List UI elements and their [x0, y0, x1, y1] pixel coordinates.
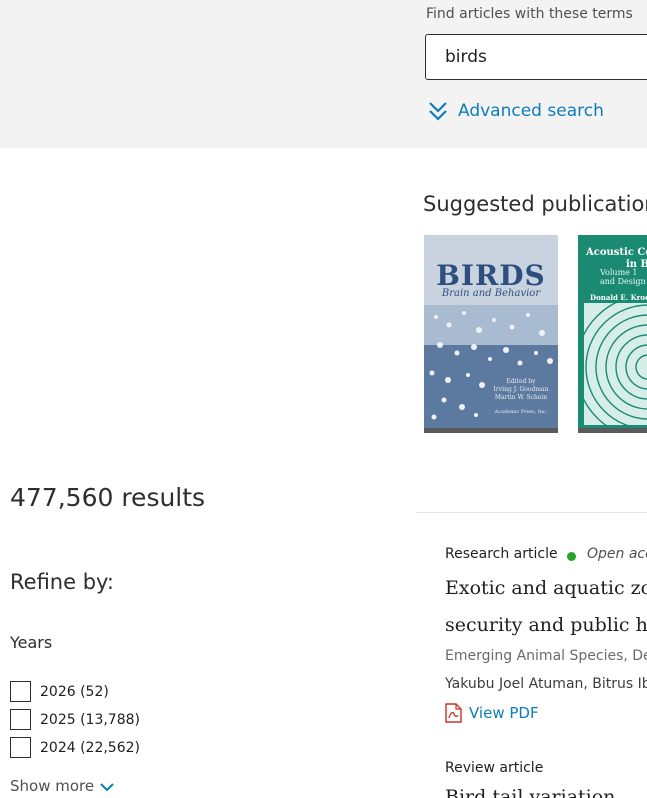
article-title-link[interactable]: Bird tail variation [445, 788, 647, 798]
publication-cover-birds[interactable]: BIRDS Brain and Behavior Edited by Irvin… [424, 235, 558, 433]
year-filter-label: 2024 (22,562) [40, 739, 140, 756]
article-title-link[interactable]: security and public health [445, 614, 647, 636]
cover-volume: Volume 1 and Design Fea [600, 268, 647, 286]
article-authors: Yakubu Joel Atuman, Bitrus Ibrahim [445, 676, 647, 692]
cover-editors: Edited by Irving J. Goodman Martin W. Sc… [493, 378, 549, 401]
advanced-search-label: Advanced search [458, 101, 604, 121]
open-access-dot [567, 552, 576, 561]
years-filter-label: Years [10, 633, 53, 652]
results-count: 477,560 results [10, 483, 206, 512]
year-filter-label: 2026 (52) [40, 683, 109, 700]
pdf-icon [445, 703, 462, 723]
year-filter-label: 2025 (13,788) [40, 711, 140, 728]
cover-publisher: Academic Press, Inc. [494, 409, 548, 415]
article-type-label: Research article [445, 546, 558, 562]
show-more-label: Show more [10, 777, 95, 795]
publication-cover-acoustic[interactable]: Acoustic Con in Bi Volume 1 and Design F… [578, 235, 647, 433]
article-title-link[interactable]: Exotic and aquatic zoonoses [445, 577, 647, 599]
view-pdf-label: View PDF [469, 704, 539, 722]
search-input[interactable] [425, 34, 647, 80]
year-filter-2024[interactable]: 2024 (22,562) [10, 737, 140, 758]
double-chevron-down-icon [428, 100, 448, 122]
year-filter-2025[interactable]: 2025 (13,788) [10, 709, 140, 730]
show-more-years-button[interactable]: Show more [10, 777, 114, 795]
article-type-label: Review article [445, 760, 544, 776]
results-divider [416, 512, 647, 513]
year-checkbox[interactable] [10, 737, 31, 758]
open-access-label: Open access [587, 546, 647, 562]
chevron-down-icon [100, 779, 114, 793]
suggested-publications-heading: Suggested publications [423, 192, 647, 216]
year-checkbox[interactable] [10, 709, 31, 730]
year-filter-2026[interactable]: 2026 (52) [10, 681, 109, 702]
cover-subtitle: Brain and Behavior [441, 288, 541, 299]
view-pdf-link[interactable]: View PDF [445, 703, 539, 723]
cover-author: Donald E. Kroodsma [590, 293, 647, 302]
search-terms-label: Find articles with these terms [426, 6, 633, 22]
year-checkbox[interactable] [10, 681, 31, 702]
article-source: Emerging Animal Species, December 2025 [445, 648, 647, 664]
advanced-search-link[interactable]: Advanced search [428, 100, 604, 122]
refine-heading: Refine by: [10, 570, 115, 594]
